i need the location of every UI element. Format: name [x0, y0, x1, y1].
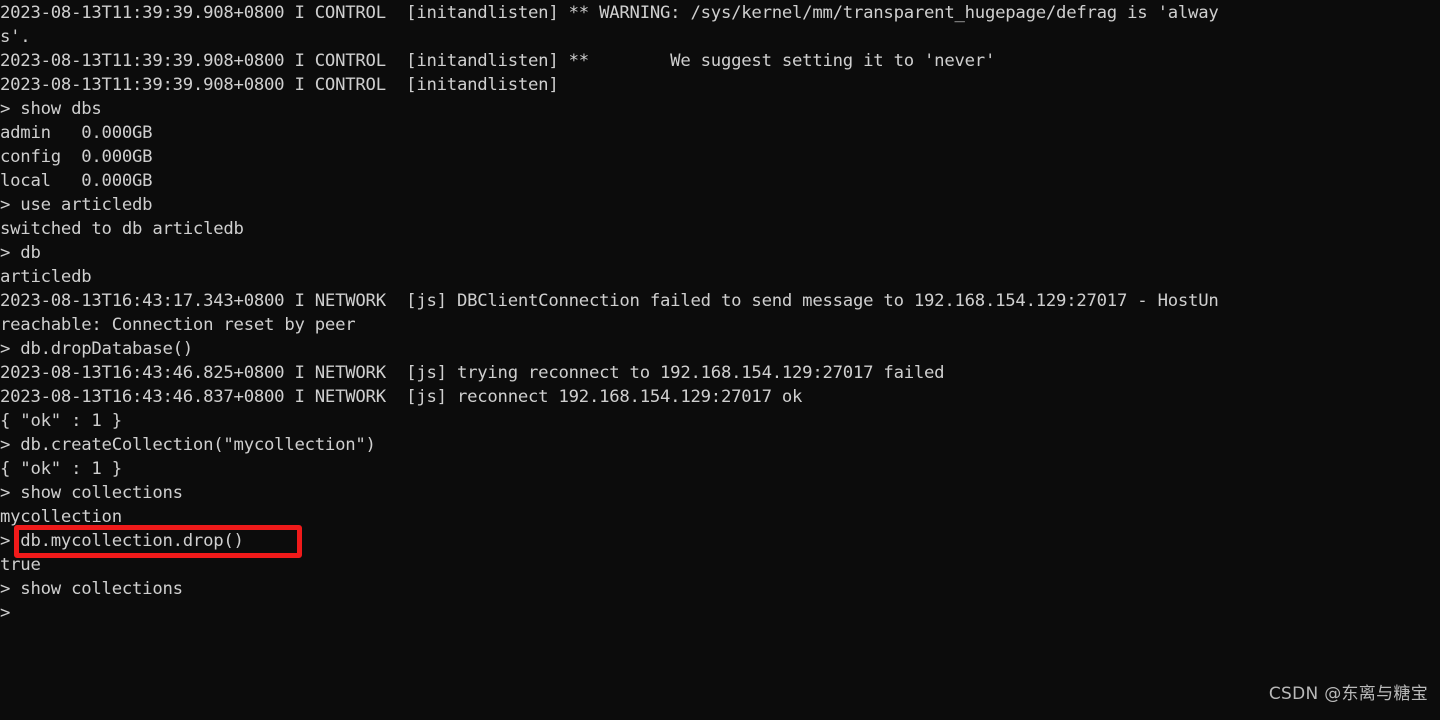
- terminal-line: >: [0, 603, 11, 623]
- terminal-line: reachable: Connection reset by peer: [0, 315, 356, 335]
- terminal-line: true: [0, 555, 41, 575]
- terminal-line: > db.mycollection.drop(): [0, 531, 244, 551]
- console-output: 2023-08-13T11:39:39.908+0800 I CONTROL […: [0, 0, 1440, 625]
- terminal-line: > show dbs: [0, 99, 102, 119]
- terminal-line: 2023-08-13T16:43:46.825+0800 I NETWORK […: [0, 363, 945, 383]
- terminal-line: { "ok" : 1 }: [0, 459, 122, 479]
- terminal-line: 2023-08-13T11:39:39.908+0800 I CONTROL […: [0, 75, 559, 95]
- terminal-line: admin 0.000GB: [0, 123, 153, 143]
- terminal-line: > show collections: [0, 483, 183, 503]
- terminal-window[interactable]: 2023-08-13T11:39:39.908+0800 I CONTROL […: [0, 0, 1440, 720]
- terminal-line: > db: [0, 243, 41, 263]
- terminal-line: 2023-08-13T11:39:39.908+0800 I CONTROL […: [0, 51, 996, 71]
- terminal-line: 2023-08-13T11:39:39.908+0800 I CONTROL […: [0, 3, 1219, 23]
- terminal-line: > db.dropDatabase(): [0, 339, 193, 359]
- terminal-line: mycollection: [0, 507, 122, 527]
- terminal-line: > use articledb: [0, 195, 153, 215]
- terminal-line: { "ok" : 1 }: [0, 411, 122, 431]
- terminal-line: s'.: [0, 27, 31, 47]
- terminal-line: local 0.000GB: [0, 171, 153, 191]
- csdn-watermark: CSDN @东离与糖宝: [1268, 684, 1428, 704]
- terminal-line: > db.createCollection("mycollection"): [0, 435, 376, 455]
- terminal-line: 2023-08-13T16:43:17.343+0800 I NETWORK […: [0, 291, 1219, 311]
- terminal-line: 2023-08-13T16:43:46.837+0800 I NETWORK […: [0, 387, 803, 407]
- terminal-line: config 0.000GB: [0, 147, 153, 167]
- terminal-line: articledb: [0, 267, 92, 287]
- terminal-line: > show collections: [0, 579, 183, 599]
- terminal-line: switched to db articledb: [0, 219, 244, 239]
